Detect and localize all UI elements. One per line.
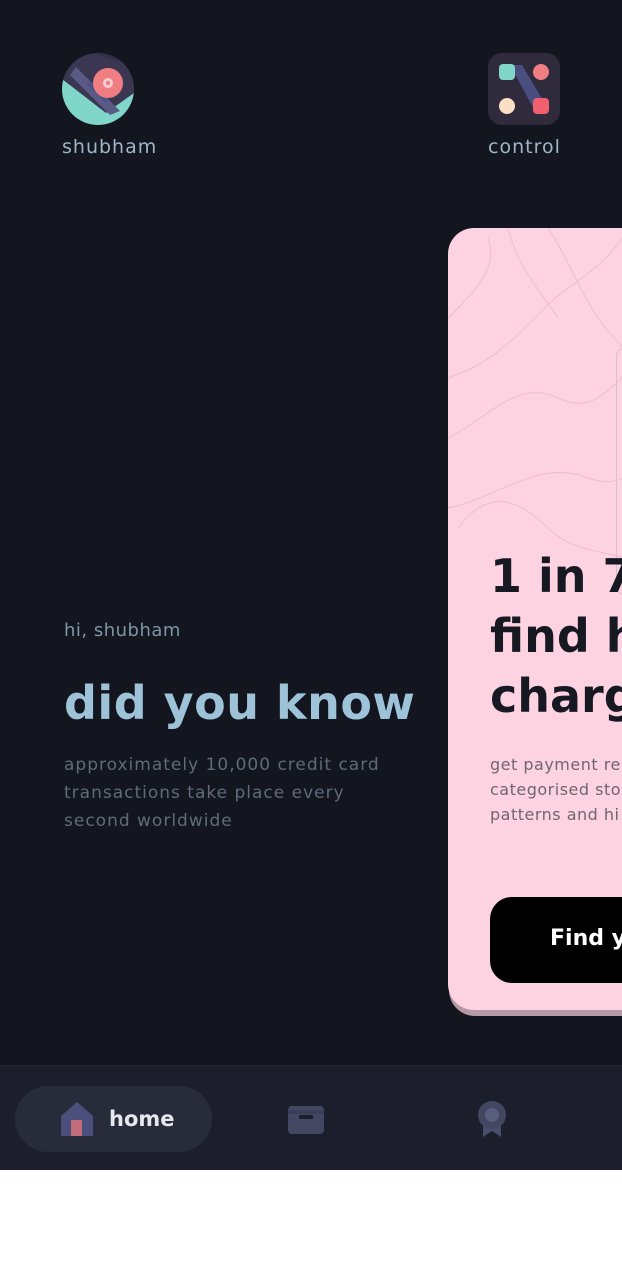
promo-title-line-3: charg [490, 669, 622, 723]
find-button[interactable]: Find yo [490, 897, 622, 983]
avatar-illustration [62, 53, 134, 125]
control-shortcut[interactable]: control [488, 53, 578, 158]
control-icon[interactable] [488, 53, 560, 125]
control-icon-graphic [488, 53, 560, 125]
promo-title-line-2: find h [490, 609, 622, 663]
avatar[interactable] [62, 53, 134, 125]
nav-home-label: home [109, 1107, 175, 1131]
greeting: hi, shubham [64, 620, 181, 641]
home-icon [61, 1102, 93, 1136]
promo-card[interactable]: 1 in 7 find h charg get payment re categ… [448, 228, 622, 1010]
promo-title-line-1: 1 in 7 [490, 549, 622, 603]
app-screen: shubham control hi, shubham did you know… [0, 0, 622, 1170]
fact-text: approximately 10,000 credit card transac… [64, 755, 380, 831]
profile-label: shubham [62, 136, 158, 158]
find-button-label: Find yo [550, 926, 622, 951]
promo-description-line-3: patterns and hi [490, 805, 620, 824]
reward-icon[interactable] [475, 1100, 509, 1138]
promo-description-line-1: get payment re [490, 755, 621, 774]
promo-description: get payment re categorised sto patterns … [490, 752, 622, 827]
promo-description-line-2: categorised sto [490, 780, 622, 799]
nav-item-home[interactable]: home [15, 1086, 212, 1152]
page-title: did you know [64, 676, 416, 730]
control-label: control [488, 136, 561, 158]
promo-title: 1 in 7 find h charg [490, 546, 622, 726]
bottom-nav: home [0, 1065, 622, 1170]
wallet-icon[interactable] [288, 1106, 324, 1134]
profile-shortcut[interactable]: shubham [62, 53, 158, 158]
